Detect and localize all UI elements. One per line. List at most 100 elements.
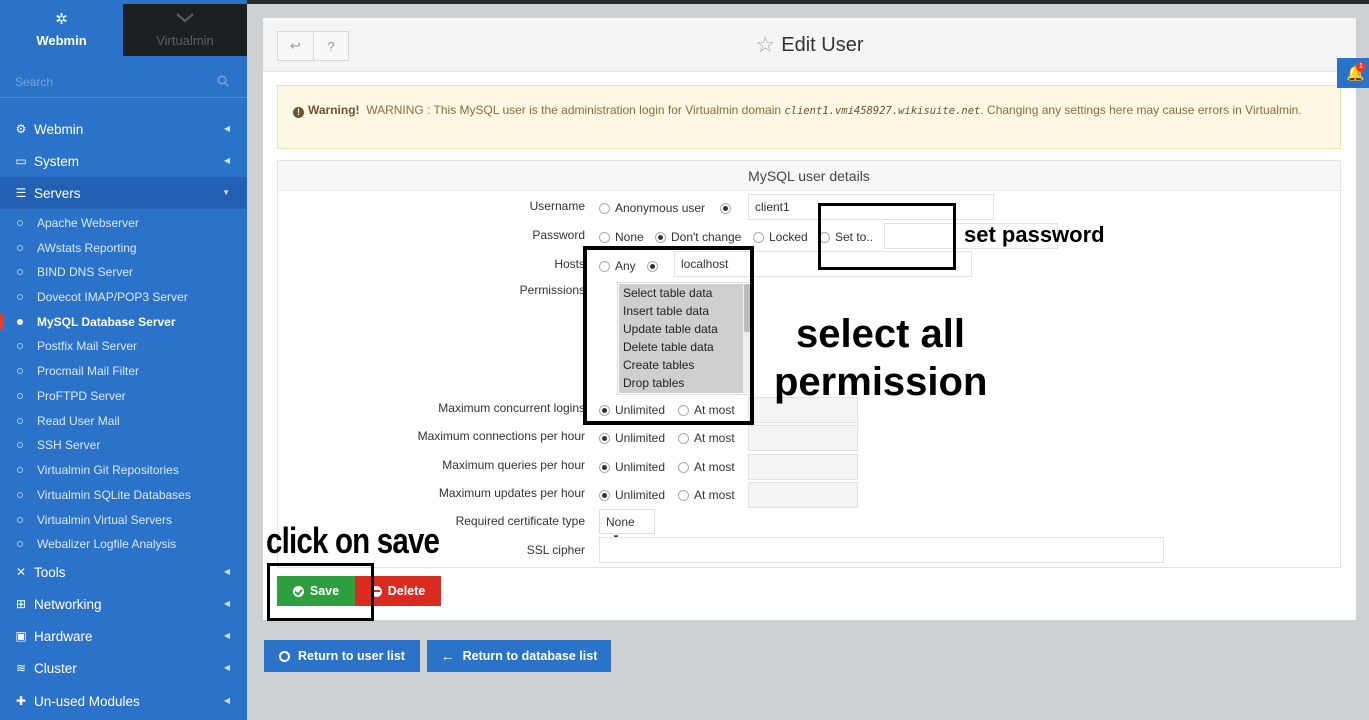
search-input[interactable] [15, 75, 205, 89]
sidebar-cat-label: Un-used Modules [34, 693, 140, 709]
bullet-icon [17, 467, 23, 473]
virtualmin-tab[interactable]: Virtualmin [123, 4, 247, 56]
password-label: Password [532, 228, 585, 242]
exclamation-icon: ! [293, 107, 304, 118]
radio [678, 462, 689, 473]
max-connections-input[interactable] [748, 425, 858, 451]
alert-domain: client1.vmi458927.wikisuite.net [784, 105, 981, 117]
webmin-logo-icon: ✲ [55, 11, 68, 28]
radio [599, 433, 610, 444]
max-queries-at-most-radio[interactable]: At most [678, 460, 735, 474]
cert-type-select[interactable]: None ▼ [599, 509, 655, 542]
sidebar-item-label: AWstats Reporting [37, 241, 137, 255]
username-anonymous-radio[interactable]: Anonymous user [599, 201, 705, 215]
sidebar-item-virtual-servers[interactable]: Virtualmin Virtual Servers [0, 508, 247, 532]
sidebar-item-read-mail[interactable]: Read User Mail [0, 409, 247, 433]
ssl-cipher-input[interactable] [599, 537, 1164, 563]
annotation-select-all-1: select all [796, 312, 966, 356]
sidebar-item-label: Postfix Mail Server [37, 339, 138, 353]
alert-strong: Warning! [308, 103, 360, 117]
sidebar-item-bind[interactable]: BIND DNS Server [0, 260, 247, 284]
sidebar-item-postfix[interactable]: Postfix Mail Server [0, 334, 247, 358]
sidebar-search [0, 68, 247, 98]
sidebar-item-awstats[interactable]: AWstats Reporting [0, 236, 247, 260]
bullet-icon [17, 294, 23, 300]
return-user-list-button[interactable]: Return to user list [264, 640, 420, 672]
sidebar-item-label: SSH Server [37, 438, 101, 452]
sidebar-cat-unused[interactable]: ✚ Un-used Modules ◀ [0, 685, 247, 717]
hosts-label: Hosts [554, 257, 585, 271]
sidebar-item-label: MySQL Database Server [37, 315, 176, 329]
max-updates-label: Maximum updates per hour [438, 486, 585, 500]
bullet-icon [17, 541, 23, 547]
sidebar-cat-hardware[interactable]: ▣ Hardware ◀ [0, 620, 247, 652]
username-label: Username [529, 199, 585, 213]
caret-left-icon: ◀ [223, 599, 230, 608]
sidebar-item-apache[interactable]: Apache Webserver [0, 211, 247, 235]
sidebar-item-mysql[interactable]: MySQL Database Server [0, 310, 247, 334]
radio [599, 462, 610, 473]
return-database-list-button[interactable]: ← Return to database list [427, 640, 611, 672]
sidebar-item-webalizer[interactable]: Webalizer Logfile Analysis [0, 532, 247, 556]
sidebar-cat-webmin[interactable]: ⚙ Webmin ◀ [0, 113, 247, 145]
sidebar-cat-networking[interactable]: ⊞ Networking ◀ [0, 588, 247, 620]
annotation-box-permissions [583, 246, 754, 425]
max-logins-label: Maximum concurrent logins [438, 401, 585, 415]
caret-left-icon: ◀ [223, 124, 230, 133]
bullet-icon [17, 418, 23, 424]
webmin-tab-label: Webmin [36, 33, 87, 48]
sidebar-item-label: Dovecot IMAP/POP3 Server [37, 290, 188, 304]
caret-down-icon: ▼ [222, 188, 230, 197]
sidebar-item-label: Procmail Mail Filter [37, 364, 140, 378]
max-queries-unlimited-radio[interactable]: Unlimited [599, 460, 665, 474]
sidebar-item-label: Apache Webserver [37, 216, 139, 230]
caret-left-icon: ◀ [223, 567, 230, 576]
sidebar-item-procmail[interactable]: Procmail Mail Filter [0, 359, 247, 383]
password-none-radio[interactable]: None [599, 230, 644, 244]
username-named-radio[interactable] [720, 201, 736, 215]
max-connections-at-most-radio[interactable]: At most [678, 431, 735, 445]
permissions-label: Permissions [519, 283, 585, 297]
sidebar-item-ssh[interactable]: SSH Server [0, 433, 247, 457]
bullet-icon [17, 442, 23, 448]
annotation-click-save: click on save [266, 520, 440, 561]
radio [599, 232, 610, 243]
sidebar-cat-label: Networking [34, 596, 102, 612]
notification-badge: 1 [1356, 62, 1366, 72]
database-icon: ≋ [15, 661, 27, 675]
password-dont-change-radio[interactable]: Don't change [655, 230, 741, 244]
caret-left-icon: ◀ [223, 156, 230, 165]
bullet-icon [17, 319, 23, 325]
sidebar-item-dovecot[interactable]: Dovecot IMAP/POP3 Server [0, 285, 247, 309]
caret-left-icon: ◀ [223, 696, 230, 705]
sidebar-cat-tools[interactable]: ✕ Tools ◀ [0, 556, 247, 588]
star-icon[interactable]: ☆ [756, 32, 776, 58]
max-updates-input[interactable] [748, 482, 858, 508]
radio [655, 232, 666, 243]
sidebar-item-git[interactable]: Virtualmin Git Repositories [0, 458, 247, 482]
sidebar-item-label: BIND DNS Server [37, 265, 134, 279]
sidebar-cat-label: Cluster [34, 660, 77, 676]
max-updates-unlimited-radio[interactable]: Unlimited [599, 488, 665, 502]
virtualmin-tab-label: Virtualmin [156, 33, 214, 48]
sidebar-cat-system[interactable]: ▭ System ◀ [0, 145, 247, 177]
webmin-tab[interactable]: ✲ Webmin [0, 4, 123, 56]
page-title-text: Edit User [781, 34, 864, 56]
sidebar-cat-servers[interactable]: ☰ Servers ▼ [0, 177, 247, 209]
notification-button[interactable]: 🔔 1 [1337, 58, 1369, 88]
radio [753, 232, 764, 243]
sidebar-item-sqlite[interactable]: Virtualmin SQLite Databases [0, 483, 247, 507]
search-icon[interactable] [217, 75, 229, 87]
sidebar-item-label: ProFTPD Server [37, 389, 126, 403]
sidebar-item-label: Virtualmin Git Repositories [37, 463, 179, 477]
password-locked-radio[interactable]: Locked [753, 230, 808, 244]
max-connections-unlimited-radio[interactable]: Unlimited [599, 431, 665, 445]
network-icon: ⊞ [15, 597, 27, 611]
caret-left-icon: ◀ [223, 631, 230, 640]
max-queries-input[interactable] [748, 454, 858, 480]
sidebar-cat-cluster[interactable]: ≋ Cluster ◀ [0, 652, 247, 684]
sidebar-item-label: Virtualmin Virtual Servers [37, 513, 172, 527]
max-updates-at-most-radio[interactable]: At most [678, 488, 735, 502]
bullet-icon [17, 220, 23, 226]
sidebar-item-proftpd[interactable]: ProFTPD Server [0, 384, 247, 408]
